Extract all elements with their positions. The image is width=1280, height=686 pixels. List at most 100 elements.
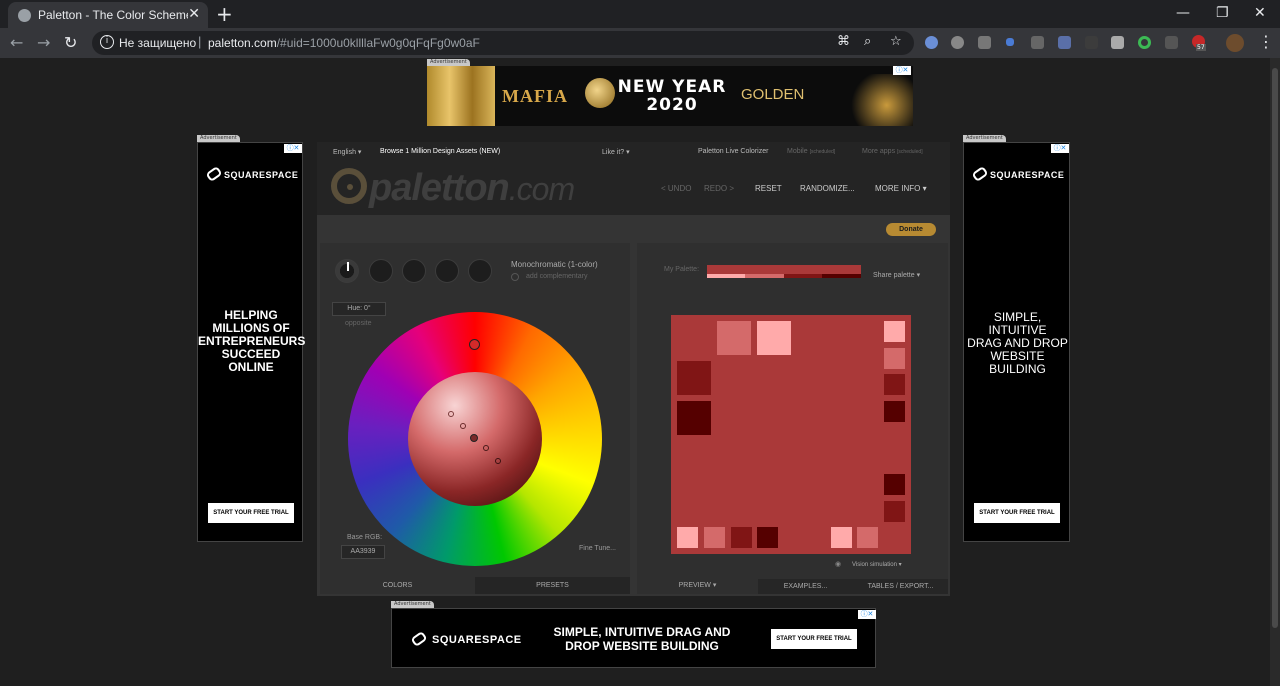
start-trial-button[interactable]: START YOUR FREE TRIAL	[974, 503, 1060, 523]
preview-swatch[interactable]	[831, 527, 852, 548]
donate-button[interactable]: Donate	[886, 223, 936, 236]
ad-close-icon[interactable]: ⓘ✕	[858, 610, 876, 619]
back-icon[interactable]: ←	[10, 33, 23, 52]
preview-swatch[interactable]	[677, 361, 711, 395]
shade-dot[interactable]	[495, 458, 501, 464]
palette-strip[interactable]	[707, 265, 861, 278]
bookmark-star-icon[interactable]: ☆	[890, 34, 902, 49]
start-trial-button[interactable]: START YOUR FREE TRIAL	[208, 503, 294, 523]
ad-close-icon[interactable]: ⓘ✕	[893, 66, 911, 75]
close-tab-icon[interactable]: ✕	[188, 6, 200, 22]
redo-button[interactable]: REDO >	[704, 184, 734, 193]
tab-examples[interactable]: EXAMPLES...	[758, 579, 853, 594]
start-trial-button[interactable]: START YOUR FREE TRIAL	[771, 629, 857, 649]
squarespace-logo-icon	[205, 165, 223, 183]
reload-icon[interactable]: ↻	[64, 33, 77, 52]
preview-swatch[interactable]	[704, 527, 725, 548]
browse-assets-link[interactable]: Browse 1 Million Design Assets (NEW)	[380, 148, 500, 155]
tab-presets[interactable]: PRESETS	[475, 577, 630, 594]
randomize-button[interactable]: RANDOMIZE...	[800, 184, 855, 193]
shade-dot[interactable]	[483, 445, 489, 451]
tab-preview[interactable]: PREVIEW ▾	[637, 577, 758, 594]
extension-icon-10[interactable]	[1165, 36, 1178, 49]
browser-tab[interactable]: Paletton - The Color Scheme Designer ✕	[8, 2, 208, 28]
page-scrollbar[interactable]	[1270, 58, 1280, 686]
preview-swatch[interactable]	[857, 527, 878, 548]
translate-icon[interactable]: ⌘	[837, 34, 850, 49]
preview-swatch[interactable]	[757, 527, 778, 548]
minimize-icon[interactable]: —	[1176, 5, 1190, 21]
avatar[interactable]	[1226, 34, 1244, 52]
address-bar[interactable]: i Не защищено | paletton.com/#uid=1000u0…	[92, 31, 914, 55]
extension-icon-6[interactable]	[1058, 36, 1071, 49]
tab-colors[interactable]: COLORS	[320, 577, 475, 594]
right-side-ad[interactable]: ⓘ✕ SQUARESPACE SIMPLE, INTUITIVE DRAG AN…	[963, 142, 1070, 542]
more-apps-link[interactable]: More apps [scheduled]	[862, 148, 923, 155]
left-side-ad[interactable]: ⓘ✕ SQUARESPACE HELPING MILLIONS OF ENTRE…	[197, 142, 305, 542]
scheme-triad-icon[interactable]	[402, 259, 426, 283]
more-info-menu[interactable]: MORE INFO ▾	[875, 184, 927, 193]
shade-dot[interactable]	[448, 411, 454, 417]
add-complementary-toggle[interactable]	[511, 273, 519, 281]
base-rgb-label: Base RGB:	[347, 534, 383, 541]
more-apps-tag: [scheduled]	[897, 149, 923, 155]
tab-tables-export[interactable]: TABLES / EXPORT...	[853, 579, 948, 594]
banner-word-newyear: NEW YEAR 2020	[617, 77, 727, 115]
top-banner-ad[interactable]: MAFIA NEW YEAR 2020 GOLDEN ⓘ✕	[427, 66, 913, 126]
scheme-adjacent-icon[interactable]	[369, 259, 393, 283]
info-icon[interactable]: i	[100, 35, 114, 49]
scrollbar-thumb[interactable]	[1272, 68, 1278, 628]
preview-swatch[interactable]	[677, 401, 711, 435]
shade-dot[interactable]	[460, 423, 466, 429]
hue-field[interactable]: Hue: 0°	[332, 302, 386, 316]
base-color-handle[interactable]	[470, 434, 478, 442]
scheme-freestyle-icon[interactable]	[468, 259, 492, 283]
preview-swatch[interactable]	[884, 374, 905, 395]
opposite-link[interactable]: opposite	[345, 320, 371, 327]
preview-swatch[interactable]	[717, 321, 751, 355]
logo-mark-icon	[331, 168, 367, 204]
preview-swatch[interactable]	[884, 501, 905, 522]
ad-close-icon[interactable]: ⓘ✕	[284, 144, 302, 153]
menu-dots-icon[interactable]: ⋮	[1258, 32, 1274, 51]
bottom-ad[interactable]: ⓘ✕ SQUARESPACE SIMPLE, INTUITIVE DRAG AN…	[391, 608, 876, 668]
preview-swatch[interactable]	[757, 321, 791, 355]
extension-icon-9[interactable]	[1138, 36, 1151, 49]
extension-icon-1[interactable]	[925, 36, 938, 49]
extension-icon-3[interactable]	[978, 36, 991, 49]
share-palette-menu[interactable]: Share palette ▾	[873, 271, 920, 279]
drive-icon[interactable]	[1111, 36, 1124, 49]
preview-swatch[interactable]	[884, 321, 905, 342]
scheme-mono-icon[interactable]	[335, 259, 359, 283]
language-select[interactable]: English ▾	[333, 148, 361, 156]
hue-handle[interactable]	[469, 339, 480, 350]
extension-icon-7[interactable]	[1085, 36, 1098, 49]
extension-icon-5[interactable]	[1031, 36, 1044, 49]
language-label: English	[333, 149, 356, 156]
extension-icon-2[interactable]	[951, 36, 964, 49]
live-colorizer-link[interactable]: Paletton Live Colorizer	[698, 148, 768, 155]
url-path: /#uid=1000u0kllllaFw0g0qFqFg0w0aF	[276, 36, 480, 50]
paletton-logo[interactable]: paletton.com	[331, 167, 575, 210]
mobile-link[interactable]: Mobile [scheduled]	[787, 148, 835, 155]
preview-swatch[interactable]	[884, 348, 905, 369]
scheme-tetrad-icon[interactable]	[435, 259, 459, 283]
like-it-menu[interactable]: Like it? ▾	[602, 148, 630, 156]
close-window-icon[interactable]: ✕	[1254, 5, 1266, 21]
new-tab-button[interactable]: +	[216, 2, 233, 26]
reset-button[interactable]: RESET	[755, 184, 782, 193]
zoom-icon[interactable]: ⌕	[864, 34, 871, 49]
preview-swatch[interactable]	[731, 527, 752, 548]
preview-swatch[interactable]	[884, 401, 905, 422]
preview-swatch[interactable]	[677, 527, 698, 548]
fine-tune-link[interactable]: Fine Tune...	[579, 545, 616, 552]
vision-simulation-menu[interactable]: Vision simulation ▾	[852, 561, 902, 568]
restore-icon[interactable]: ❐	[1216, 5, 1229, 21]
mobile-label: Mobile	[787, 148, 808, 155]
preview-swatch[interactable]	[884, 474, 905, 495]
base-rgb-field[interactable]: AA3939	[341, 545, 385, 559]
undo-button[interactable]: < UNDO	[661, 184, 691, 193]
extension-icon-4[interactable]	[1006, 38, 1014, 46]
ad-close-icon[interactable]: ⓘ✕	[1051, 144, 1069, 153]
forward-icon[interactable]: →	[37, 33, 50, 52]
